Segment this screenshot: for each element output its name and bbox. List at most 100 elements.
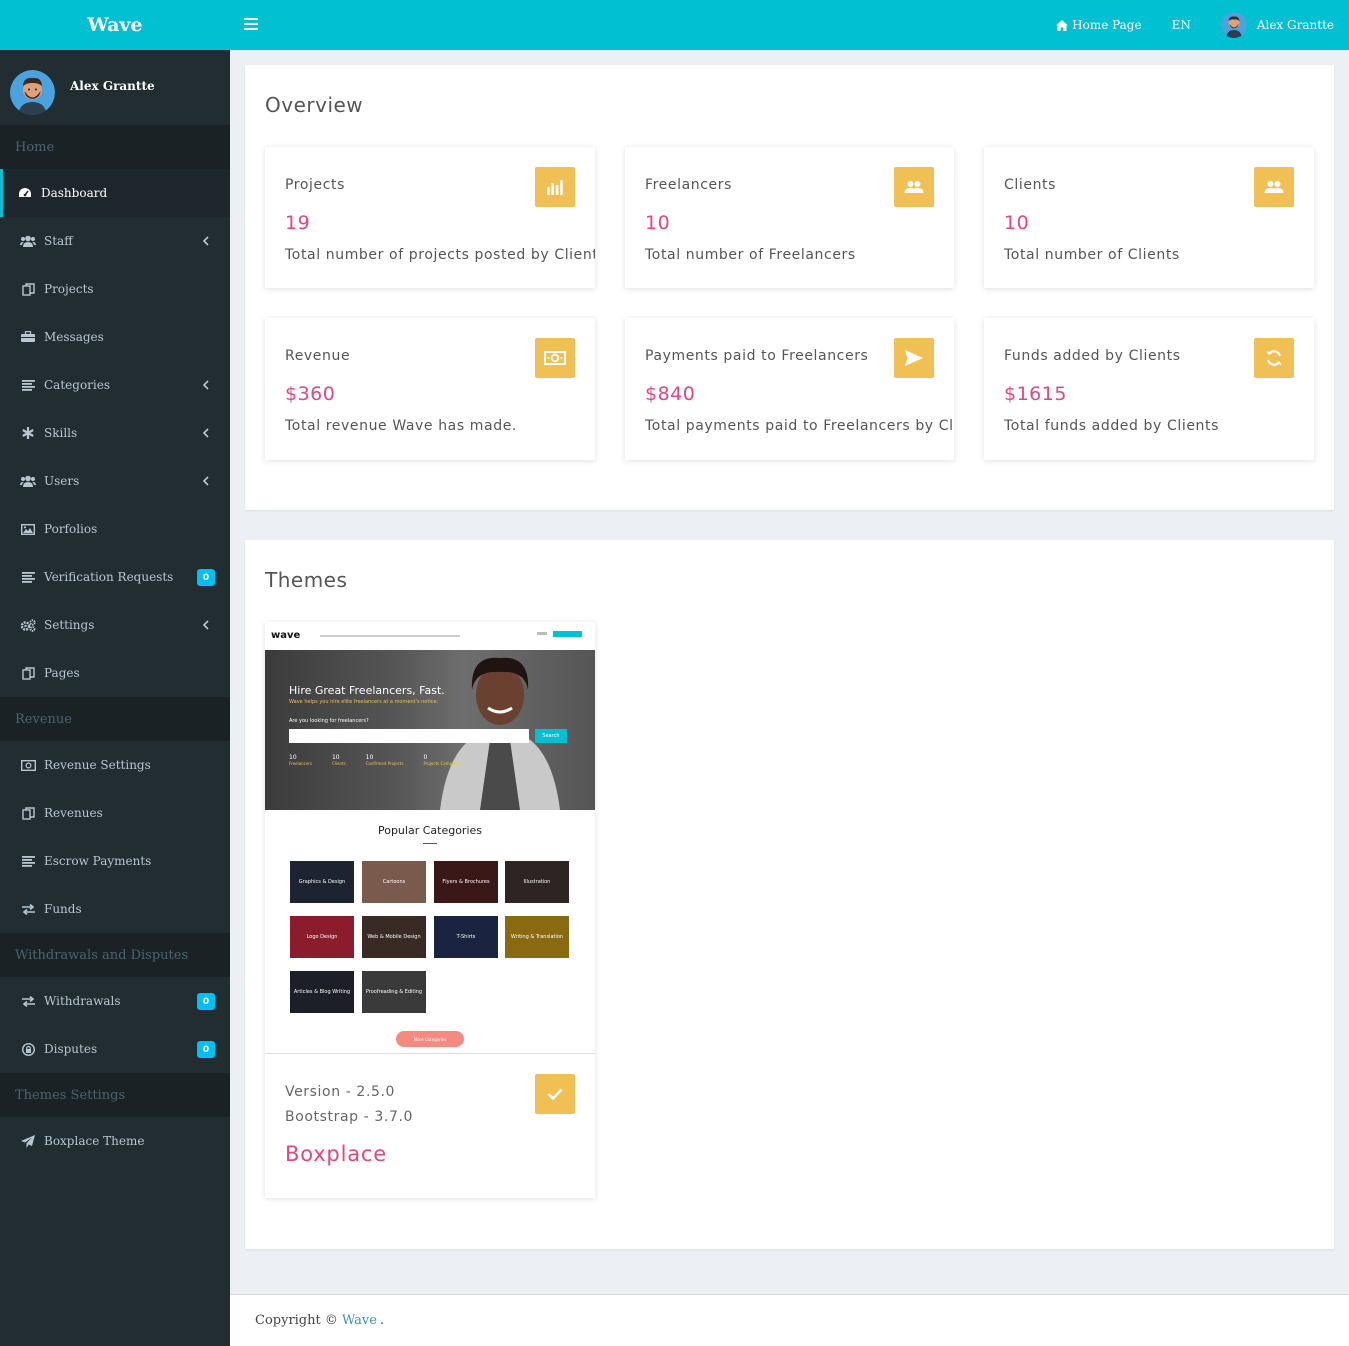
home-page-link[interactable]: Home Page	[1056, 18, 1142, 32]
sidebar-item-label: Withdrawals	[44, 994, 121, 1008]
people-icon	[1254, 167, 1294, 207]
sidebar-toggle-icon[interactable]	[244, 17, 258, 31]
sidebar-item-porfolios[interactable]: Porfolios	[0, 505, 230, 553]
theme-active-check-button[interactable]	[535, 1074, 575, 1114]
top-nav: Home Page EN Alex Grantte	[1056, 0, 1334, 50]
language-switch[interactable]: EN	[1172, 18, 1191, 32]
preview-tagline: Wave helps you hire elite freelancers at…	[289, 699, 439, 705]
bar-chart-icon	[535, 167, 575, 207]
footer-wave-link[interactable]: Wave	[342, 1313, 377, 1328]
theme-info: Version - 2.5.0 Bootstrap - 3.7.0	[285, 1080, 413, 1130]
preview-stat-value: 10	[365, 754, 374, 761]
sidebar-item-dashboard[interactable]: Dashboard	[0, 169, 230, 217]
copy-icon	[20, 282, 36, 296]
stat-description: Total payments paid to Freelancers by Cl…	[645, 418, 954, 434]
preview-stat-value: 10	[289, 754, 297, 761]
footer-end: .	[379, 1313, 385, 1328]
sidebar-user-name: Alex Grantte	[70, 79, 155, 93]
avatar	[1220, 12, 1247, 38]
overview-title: Overview	[265, 93, 364, 117]
chevron-left-icon	[202, 380, 209, 390]
category-tile: Proofreading & Editing	[362, 971, 426, 1013]
sidebar-item-staff[interactable]: Staff	[0, 217, 230, 265]
stat-description: Total number of Clients	[1004, 247, 1180, 263]
sidebar-item-label: Verification Requests	[44, 570, 174, 584]
divider	[423, 843, 437, 844]
sidebar-item-label: Porfolios	[44, 522, 98, 536]
briefcase-icon	[20, 330, 36, 344]
chevron-left-icon	[202, 428, 209, 438]
theme-card[interactable]: wave Hire Great Freelancers, Fast. Wave …	[265, 622, 595, 1198]
preview-stat-value: 0	[423, 754, 428, 761]
paper-plane-icon	[20, 1134, 36, 1148]
preview-search-button: Search	[535, 729, 567, 743]
category-tile: Cartoons	[362, 861, 426, 903]
user-menu[interactable]: Alex Grantte	[1220, 12, 1334, 38]
preview-stat: 0 Projects Completed	[423, 754, 462, 766]
count-badge: 0	[197, 569, 215, 586]
theme-bootstrap-version: Bootstrap - 3.7.0	[285, 1109, 414, 1125]
sidebar-item-label: Disputes	[44, 1042, 98, 1056]
sidebar-item-skills[interactable]: Skills	[0, 409, 230, 457]
send-icon	[894, 338, 934, 378]
stat-label: Revenue	[285, 348, 351, 364]
preview-stat-value: 10	[331, 754, 340, 761]
preview-stats: 10 Freelancers 10 Clients 10 Confirmed Proj…	[289, 754, 489, 766]
category-tile: Graphics & Design	[290, 861, 354, 903]
stat-label: Freelancers	[645, 177, 733, 193]
sidebar-item-messages[interactable]: Messages	[0, 313, 230, 361]
sidebar-item-funds[interactable]: Funds	[0, 885, 230, 933]
stat-description: Total number of Freelancers	[645, 247, 856, 263]
lock-icon	[20, 1042, 36, 1056]
sidebar-item-users[interactable]: Users	[0, 457, 230, 505]
count-badge: 0	[197, 1041, 215, 1058]
list-icon	[20, 570, 36, 584]
copy-icon	[20, 806, 36, 820]
sidebar-item-label: Staff	[44, 234, 73, 248]
money-icon	[535, 338, 575, 378]
money-icon	[20, 758, 36, 772]
sidebar-item-settings[interactable]: Settings	[0, 601, 230, 649]
preview-stat: 10 Clients	[332, 754, 346, 766]
sidebar-item-verification-requests[interactable]: Verification Requests 0	[0, 553, 230, 601]
preview-navbar: wave	[265, 622, 595, 650]
preview-stat-label: Clients	[331, 761, 346, 766]
preview-stat: 10 Freelancers	[289, 754, 312, 766]
user-menu-name: Alex Grantte	[1256, 18, 1334, 32]
category-tile: Logo Design	[290, 916, 354, 958]
stat-value: 10	[645, 212, 671, 234]
sidebar-item-revenues[interactable]: Revenues	[0, 789, 230, 837]
stat-label: Clients	[1004, 177, 1057, 193]
sidebar-item-withdrawals[interactable]: Withdrawals 0	[0, 977, 230, 1025]
stat-card-funds: Funds added by Clients $1615 Total funds…	[984, 318, 1314, 460]
sidebar-header-revenue: Revenue	[0, 697, 230, 741]
gears-icon	[20, 618, 36, 632]
themes-box: Themes wave Hire Great Freelancers, Fast…	[245, 540, 1334, 1249]
preview-stat: 10 Confirmed Projects	[366, 754, 404, 766]
sidebar-header-home: Home	[0, 125, 230, 169]
preview-logo: wave	[271, 630, 301, 641]
exchange-icon	[20, 994, 36, 1008]
sidebar-item-pages[interactable]: Pages	[0, 649, 230, 697]
preview-hero: Hire Great Freelancers, Fast. Wave helps…	[265, 650, 595, 810]
sidebar-item-boxplace-theme[interactable]: Boxplace Theme	[0, 1117, 230, 1165]
preview-stat-label: Projects Completed	[423, 761, 463, 766]
stat-description: Total number of projects posted by Clien…	[285, 247, 595, 263]
sidebar-item-label: Pages	[44, 666, 80, 680]
list-icon	[20, 378, 36, 392]
image-icon	[20, 522, 36, 536]
stat-card-freelancers: Freelancers 10 Total number of Freelance…	[625, 147, 954, 288]
sidebar-item-label: Revenue Settings	[44, 758, 151, 772]
sidebar-item-escrow-payments[interactable]: Escrow Payments	[0, 837, 230, 885]
refresh-icon	[1254, 338, 1294, 378]
dashboard-icon	[17, 186, 33, 200]
sidebar-item-label: Users	[44, 474, 80, 488]
brand-logo[interactable]: Wave	[0, 0, 230, 50]
list-icon	[20, 854, 36, 868]
sidebar-item-categories[interactable]: Categories	[0, 361, 230, 409]
chevron-left-icon	[202, 476, 209, 486]
sidebar-item-projects[interactable]: Projects	[0, 265, 230, 313]
sidebar-item-disputes[interactable]: Disputes 0	[0, 1025, 230, 1073]
sidebar-item-revenue-settings[interactable]: Revenue Settings	[0, 741, 230, 789]
stat-value: 10	[1004, 212, 1030, 234]
